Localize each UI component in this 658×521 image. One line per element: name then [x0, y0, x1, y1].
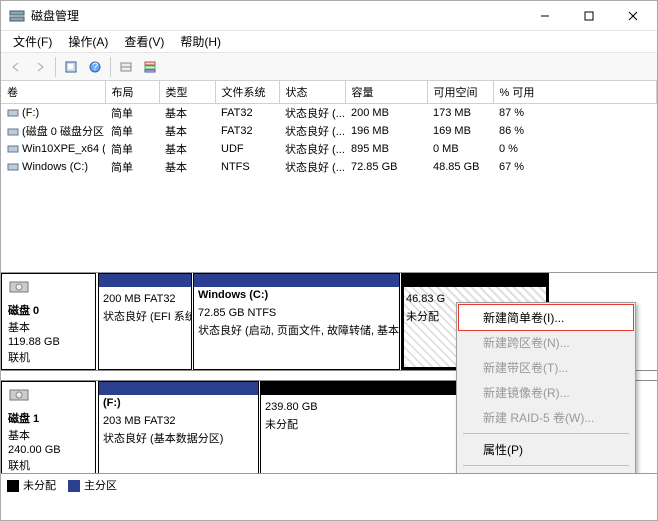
menu-view[interactable]: 查看(V) — [116, 31, 172, 52]
context-menu-item: 新建带区卷(T)... — [459, 355, 633, 380]
svg-text:?: ? — [92, 61, 98, 73]
app-icon — [9, 8, 25, 24]
partition[interactable]: Windows (C:)72.85 GB NTFS状态良好 (启动, 页面文件,… — [193, 273, 400, 370]
table-row[interactable]: Win10XPE_x64 (H:)简单基本UDF状态良好 (...895 MB0… — [1, 140, 657, 158]
volume-list-pane: 卷 布局 类型 文件系统 状态 容量 可用空间 % 可用 (F:)简单基本FAT… — [1, 81, 657, 273]
minimize-button[interactable] — [523, 2, 567, 30]
legend-primary: 主分区 — [68, 477, 117, 493]
partition-status: 状态良好 (EFI 系统分区) — [99, 309, 191, 327]
col-type[interactable]: 类型 — [159, 81, 215, 104]
partition-size: 200 MB FAT32 — [99, 291, 191, 309]
toolbar-sep — [55, 57, 56, 77]
partition-size: 72.85 GB NTFS — [194, 305, 399, 323]
context-menu: 新建简单卷(I)...新建跨区卷(N)...新建带区卷(T)...新建镜像卷(R… — [456, 302, 636, 473]
disk-name: 磁盘 0 — [8, 302, 89, 318]
toolbar: ? — [1, 53, 657, 81]
forward-button[interactable] — [29, 56, 51, 78]
col-capacity[interactable]: 容量 — [345, 81, 427, 104]
table-header-row: 卷 布局 类型 文件系统 状态 容量 可用空间 % 可用 — [1, 81, 657, 104]
menu-file[interactable]: 文件(F) — [5, 31, 60, 52]
partition-status: 状态良好 (启动, 页面文件, 故障转储, 基本数据分区) — [194, 323, 399, 341]
context-menu-item[interactable]: 帮助(H) — [459, 469, 633, 473]
rescan-button[interactable] — [115, 56, 137, 78]
col-status[interactable]: 状态 — [279, 81, 345, 104]
menu-action[interactable]: 操作(A) — [60, 31, 116, 52]
table-row[interactable]: (F:)简单基本FAT32状态良好 (...200 MB173 MB87 % — [1, 104, 657, 123]
volume-table: 卷 布局 类型 文件系统 状态 容量 可用空间 % 可用 (F:)简单基本FAT… — [1, 81, 657, 176]
partition-stripe — [99, 274, 191, 287]
disk-label[interactable]: 磁盘 1基本240.00 GB联机 — [1, 381, 96, 473]
menu-help[interactable]: 帮助(H) — [172, 31, 229, 52]
col-layout[interactable]: 布局 — [105, 81, 159, 104]
disk-icon — [8, 386, 89, 407]
window-title: 磁盘管理 — [31, 7, 523, 24]
volume-icon — [7, 161, 19, 173]
volume-icon — [7, 107, 19, 119]
refresh-button[interactable] — [60, 56, 82, 78]
back-button[interactable] — [5, 56, 27, 78]
disk-graph-pane: 磁盘 0基本119.88 GB联机200 MB FAT32状态良好 (EFI 系… — [1, 273, 657, 473]
col-pct[interactable]: % 可用 — [493, 81, 657, 104]
col-volume[interactable]: 卷 — [1, 81, 105, 104]
context-menu-item[interactable]: 新建简单卷(I)... — [459, 305, 633, 330]
context-menu-item: 新建 RAID-5 卷(W)... — [459, 405, 633, 430]
volume-icon — [7, 143, 19, 155]
help-button[interactable]: ? — [84, 56, 106, 78]
partition[interactable]: (F:)203 MB FAT32状态良好 (基本数据分区) — [98, 381, 259, 473]
context-menu-item: 新建镜像卷(R)... — [459, 380, 633, 405]
partition-stripe — [402, 274, 548, 287]
maximize-button[interactable] — [567, 2, 611, 30]
disk-status: 联机 — [8, 457, 89, 473]
partition-status: 状态良好 (基本数据分区) — [99, 431, 258, 449]
col-free[interactable]: 可用空间 — [427, 81, 493, 104]
col-fs[interactable]: 文件系统 — [215, 81, 279, 104]
legend: 未分配 主分区 — [1, 473, 657, 495]
table-row[interactable]: Windows (C:)简单基本NTFS状态良好 (...72.85 GB48.… — [1, 158, 657, 176]
partition-size: 203 MB FAT32 — [99, 413, 258, 431]
close-button[interactable] — [611, 2, 655, 30]
titlebar: 磁盘管理 — [1, 1, 657, 31]
partition-stripe — [194, 274, 399, 287]
partition-title: (F:) — [99, 395, 258, 413]
disk-size: 119.88 GB — [8, 336, 89, 348]
disk-size: 240.00 GB — [8, 444, 89, 456]
partition[interactable]: 200 MB FAT32状态良好 (EFI 系统分区) — [98, 273, 192, 370]
table-row[interactable]: (磁盘 0 磁盘分区 1)简单基本FAT32状态良好 (...196 MB169… — [1, 122, 657, 140]
partition-title: Windows (C:) — [194, 287, 399, 305]
disk-name: 磁盘 1 — [8, 410, 89, 426]
context-menu-item[interactable]: 属性(P) — [459, 437, 633, 462]
disk-status: 联机 — [8, 349, 89, 365]
menu-separator — [463, 433, 629, 434]
disk-type: 基本 — [8, 319, 89, 335]
menubar: 文件(F) 操作(A) 查看(V) 帮助(H) — [1, 31, 657, 53]
disk-type: 基本 — [8, 427, 89, 443]
partition-stripe — [99, 382, 258, 395]
legend-unalloc: 未分配 — [7, 477, 56, 493]
toolbar-sep — [110, 57, 111, 77]
disk-icon — [8, 278, 89, 299]
disk-label[interactable]: 磁盘 0基本119.88 GB联机 — [1, 273, 96, 370]
disk-list-button[interactable] — [139, 56, 161, 78]
volume-icon — [7, 126, 19, 138]
context-menu-item: 新建跨区卷(N)... — [459, 330, 633, 355]
menu-separator — [463, 465, 629, 466]
